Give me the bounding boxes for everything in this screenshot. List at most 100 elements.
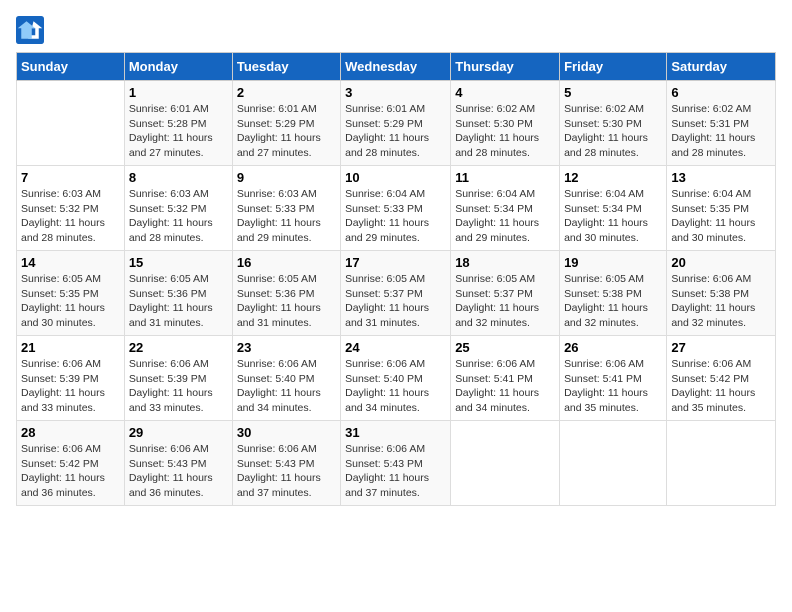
day-number: 9 bbox=[237, 170, 336, 185]
header-row: SundayMondayTuesdayWednesdayThursdayFrid… bbox=[17, 53, 776, 81]
day-info: Sunrise: 6:06 AM Sunset: 5:39 PM Dayligh… bbox=[21, 357, 120, 416]
calendar-cell bbox=[17, 81, 125, 166]
week-row-5: 28 Sunrise: 6:06 AM Sunset: 5:42 PM Dayl… bbox=[17, 421, 776, 506]
calendar-cell: 29 Sunrise: 6:06 AM Sunset: 5:43 PM Dayl… bbox=[124, 421, 232, 506]
day-number: 7 bbox=[21, 170, 120, 185]
calendar-cell: 14 Sunrise: 6:05 AM Sunset: 5:35 PM Dayl… bbox=[17, 251, 125, 336]
day-number: 24 bbox=[345, 340, 446, 355]
day-info: Sunrise: 6:03 AM Sunset: 5:32 PM Dayligh… bbox=[21, 187, 120, 246]
day-info: Sunrise: 6:06 AM Sunset: 5:43 PM Dayligh… bbox=[237, 442, 336, 501]
col-header-friday: Friday bbox=[560, 53, 667, 81]
calendar-cell: 13 Sunrise: 6:04 AM Sunset: 5:35 PM Dayl… bbox=[667, 166, 776, 251]
calendar-cell: 9 Sunrise: 6:03 AM Sunset: 5:33 PM Dayli… bbox=[232, 166, 340, 251]
day-info: Sunrise: 6:04 AM Sunset: 5:34 PM Dayligh… bbox=[455, 187, 555, 246]
day-number: 16 bbox=[237, 255, 336, 270]
calendar-cell: 30 Sunrise: 6:06 AM Sunset: 5:43 PM Dayl… bbox=[232, 421, 340, 506]
calendar-cell: 22 Sunrise: 6:06 AM Sunset: 5:39 PM Dayl… bbox=[124, 336, 232, 421]
day-info: Sunrise: 6:06 AM Sunset: 5:41 PM Dayligh… bbox=[564, 357, 662, 416]
calendar-cell: 15 Sunrise: 6:05 AM Sunset: 5:36 PM Dayl… bbox=[124, 251, 232, 336]
day-info: Sunrise: 6:06 AM Sunset: 5:42 PM Dayligh… bbox=[671, 357, 771, 416]
calendar-cell bbox=[451, 421, 560, 506]
calendar-cell: 4 Sunrise: 6:02 AM Sunset: 5:30 PM Dayli… bbox=[451, 81, 560, 166]
calendar-cell: 20 Sunrise: 6:06 AM Sunset: 5:38 PM Dayl… bbox=[667, 251, 776, 336]
day-number: 15 bbox=[129, 255, 228, 270]
day-number: 2 bbox=[237, 85, 336, 100]
day-number: 14 bbox=[21, 255, 120, 270]
day-number: 25 bbox=[455, 340, 555, 355]
calendar-cell: 10 Sunrise: 6:04 AM Sunset: 5:33 PM Dayl… bbox=[341, 166, 451, 251]
day-number: 12 bbox=[564, 170, 662, 185]
day-info: Sunrise: 6:01 AM Sunset: 5:29 PM Dayligh… bbox=[345, 102, 446, 161]
calendar-cell: 18 Sunrise: 6:05 AM Sunset: 5:37 PM Dayl… bbox=[451, 251, 560, 336]
calendar-cell: 21 Sunrise: 6:06 AM Sunset: 5:39 PM Dayl… bbox=[17, 336, 125, 421]
day-info: Sunrise: 6:05 AM Sunset: 5:37 PM Dayligh… bbox=[345, 272, 446, 331]
week-row-4: 21 Sunrise: 6:06 AM Sunset: 5:39 PM Dayl… bbox=[17, 336, 776, 421]
day-number: 13 bbox=[671, 170, 771, 185]
col-header-monday: Monday bbox=[124, 53, 232, 81]
day-number: 28 bbox=[21, 425, 120, 440]
day-number: 20 bbox=[671, 255, 771, 270]
calendar-cell: 1 Sunrise: 6:01 AM Sunset: 5:28 PM Dayli… bbox=[124, 81, 232, 166]
day-info: Sunrise: 6:06 AM Sunset: 5:39 PM Dayligh… bbox=[129, 357, 228, 416]
day-info: Sunrise: 6:05 AM Sunset: 5:38 PM Dayligh… bbox=[564, 272, 662, 331]
calendar-cell bbox=[667, 421, 776, 506]
day-info: Sunrise: 6:04 AM Sunset: 5:33 PM Dayligh… bbox=[345, 187, 446, 246]
day-number: 6 bbox=[671, 85, 771, 100]
day-info: Sunrise: 6:06 AM Sunset: 5:43 PM Dayligh… bbox=[345, 442, 446, 501]
week-row-2: 7 Sunrise: 6:03 AM Sunset: 5:32 PM Dayli… bbox=[17, 166, 776, 251]
day-number: 26 bbox=[564, 340, 662, 355]
day-info: Sunrise: 6:05 AM Sunset: 5:35 PM Dayligh… bbox=[21, 272, 120, 331]
col-header-tuesday: Tuesday bbox=[232, 53, 340, 81]
calendar-cell: 11 Sunrise: 6:04 AM Sunset: 5:34 PM Dayl… bbox=[451, 166, 560, 251]
day-info: Sunrise: 6:01 AM Sunset: 5:29 PM Dayligh… bbox=[237, 102, 336, 161]
calendar-cell: 3 Sunrise: 6:01 AM Sunset: 5:29 PM Dayli… bbox=[341, 81, 451, 166]
day-info: Sunrise: 6:04 AM Sunset: 5:35 PM Dayligh… bbox=[671, 187, 771, 246]
week-row-3: 14 Sunrise: 6:05 AM Sunset: 5:35 PM Dayl… bbox=[17, 251, 776, 336]
day-info: Sunrise: 6:05 AM Sunset: 5:36 PM Dayligh… bbox=[237, 272, 336, 331]
calendar-cell: 23 Sunrise: 6:06 AM Sunset: 5:40 PM Dayl… bbox=[232, 336, 340, 421]
calendar-cell: 25 Sunrise: 6:06 AM Sunset: 5:41 PM Dayl… bbox=[451, 336, 560, 421]
day-info: Sunrise: 6:06 AM Sunset: 5:38 PM Dayligh… bbox=[671, 272, 771, 331]
day-number: 21 bbox=[21, 340, 120, 355]
calendar-cell: 27 Sunrise: 6:06 AM Sunset: 5:42 PM Dayl… bbox=[667, 336, 776, 421]
day-info: Sunrise: 6:05 AM Sunset: 5:36 PM Dayligh… bbox=[129, 272, 228, 331]
day-number: 22 bbox=[129, 340, 228, 355]
calendar-cell: 28 Sunrise: 6:06 AM Sunset: 5:42 PM Dayl… bbox=[17, 421, 125, 506]
day-number: 4 bbox=[455, 85, 555, 100]
day-info: Sunrise: 6:05 AM Sunset: 5:37 PM Dayligh… bbox=[455, 272, 555, 331]
day-info: Sunrise: 6:02 AM Sunset: 5:30 PM Dayligh… bbox=[455, 102, 555, 161]
day-info: Sunrise: 6:02 AM Sunset: 5:31 PM Dayligh… bbox=[671, 102, 771, 161]
day-number: 23 bbox=[237, 340, 336, 355]
calendar-cell: 5 Sunrise: 6:02 AM Sunset: 5:30 PM Dayli… bbox=[560, 81, 667, 166]
day-number: 18 bbox=[455, 255, 555, 270]
day-number: 8 bbox=[129, 170, 228, 185]
day-info: Sunrise: 6:06 AM Sunset: 5:42 PM Dayligh… bbox=[21, 442, 120, 501]
calendar-cell: 19 Sunrise: 6:05 AM Sunset: 5:38 PM Dayl… bbox=[560, 251, 667, 336]
calendar-cell: 16 Sunrise: 6:05 AM Sunset: 5:36 PM Dayl… bbox=[232, 251, 340, 336]
day-number: 19 bbox=[564, 255, 662, 270]
day-number: 11 bbox=[455, 170, 555, 185]
calendar-cell: 17 Sunrise: 6:05 AM Sunset: 5:37 PM Dayl… bbox=[341, 251, 451, 336]
calendar-cell: 24 Sunrise: 6:06 AM Sunset: 5:40 PM Dayl… bbox=[341, 336, 451, 421]
logo-icon bbox=[16, 16, 44, 44]
calendar-cell bbox=[560, 421, 667, 506]
calendar-cell: 2 Sunrise: 6:01 AM Sunset: 5:29 PM Dayli… bbox=[232, 81, 340, 166]
day-info: Sunrise: 6:06 AM Sunset: 5:41 PM Dayligh… bbox=[455, 357, 555, 416]
calendar-cell: 31 Sunrise: 6:06 AM Sunset: 5:43 PM Dayl… bbox=[341, 421, 451, 506]
day-number: 27 bbox=[671, 340, 771, 355]
col-header-sunday: Sunday bbox=[17, 53, 125, 81]
day-info: Sunrise: 6:06 AM Sunset: 5:40 PM Dayligh… bbox=[345, 357, 446, 416]
col-header-wednesday: Wednesday bbox=[341, 53, 451, 81]
col-header-saturday: Saturday bbox=[667, 53, 776, 81]
calendar-cell: 7 Sunrise: 6:03 AM Sunset: 5:32 PM Dayli… bbox=[17, 166, 125, 251]
day-number: 10 bbox=[345, 170, 446, 185]
week-row-1: 1 Sunrise: 6:01 AM Sunset: 5:28 PM Dayli… bbox=[17, 81, 776, 166]
col-header-thursday: Thursday bbox=[451, 53, 560, 81]
day-info: Sunrise: 6:03 AM Sunset: 5:32 PM Dayligh… bbox=[129, 187, 228, 246]
day-number: 3 bbox=[345, 85, 446, 100]
day-number: 17 bbox=[345, 255, 446, 270]
day-number: 1 bbox=[129, 85, 228, 100]
logo bbox=[16, 16, 48, 44]
day-info: Sunrise: 6:06 AM Sunset: 5:40 PM Dayligh… bbox=[237, 357, 336, 416]
calendar-cell: 12 Sunrise: 6:04 AM Sunset: 5:34 PM Dayl… bbox=[560, 166, 667, 251]
